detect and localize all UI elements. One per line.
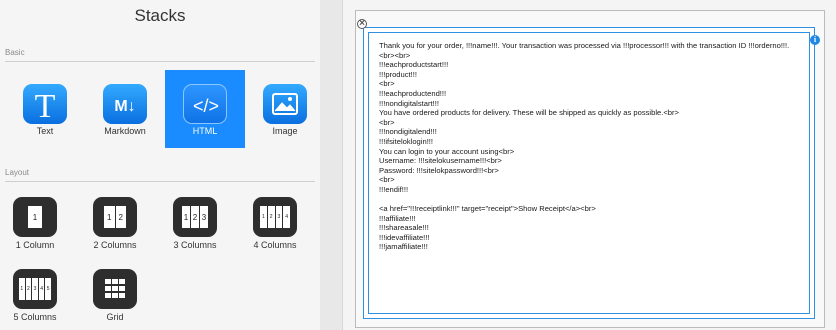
stack-item-label: Image: [272, 126, 298, 136]
html-editor-area[interactable]: Thank you for your order, !!!name!!!. Yo…: [368, 32, 810, 314]
svg-text:</>: </>: [193, 96, 219, 116]
grid-icon: [93, 269, 137, 309]
canvas-gutter: [320, 0, 342, 330]
stack-item-text[interactable]: T Text: [5, 70, 85, 148]
layout-item-label: 4 Columns: [253, 240, 297, 250]
layout-item-3-columns[interactable]: 1 2 3 3 Columns: [160, 191, 230, 261]
section-label-layout: Layout: [5, 168, 30, 177]
stack-item-html[interactable]: </> HTML: [165, 70, 245, 148]
four-columns-icon: 1 2 3 4: [253, 197, 297, 237]
image-icon: [263, 84, 307, 124]
svg-text:M↓: M↓: [114, 98, 135, 115]
one-column-icon: 1: [13, 197, 57, 237]
html-code-icon: </>: [183, 84, 227, 124]
layout-item-4-columns[interactable]: 1 2 3 4 4 Columns: [240, 191, 310, 261]
svg-text:T: T: [35, 88, 56, 124]
stack-item-markdown[interactable]: M↓ Markdown: [85, 70, 165, 148]
three-columns-icon: 1 2 3: [173, 197, 217, 237]
layout-item-5-columns[interactable]: 1 2 3 4 5 5 Columns: [0, 263, 70, 330]
layout-item-2-columns[interactable]: 1 2 2 Columns: [80, 191, 150, 261]
page-canvas: Thank you for your order, !!!name!!!. Yo…: [320, 0, 836, 330]
section-divider: [5, 61, 315, 62]
info-icon[interactable]: [810, 35, 820, 45]
layout-item-label: 5 Columns: [13, 312, 57, 322]
layout-item-label: 1 Column: [15, 240, 55, 250]
text-icon: T: [23, 84, 67, 124]
stack-item-label: Markdown: [104, 126, 146, 136]
stacks-library-panel: Stacks Basic T Text M↓ Markdown </> HTML…: [0, 0, 320, 330]
section-label-basic: Basic: [5, 48, 25, 57]
layout-item-grid[interactable]: Grid: [80, 263, 150, 330]
stack-item-image[interactable]: Image: [245, 70, 325, 148]
stack-item-label: HTML: [192, 126, 218, 136]
page-sheet: Thank you for your order, !!!name!!!. Yo…: [342, 0, 836, 330]
panel-title: Stacks: [134, 6, 186, 25]
two-columns-icon: 1 2: [93, 197, 137, 237]
markdown-icon: M↓: [103, 84, 147, 124]
page-outline: Thank you for your order, !!!name!!!. Yo…: [355, 10, 825, 328]
layout-item-label: 3 Columns: [173, 240, 217, 250]
layout-item-label: Grid: [106, 312, 124, 322]
layout-item-label: 2 Columns: [93, 240, 137, 250]
stack-item-label: Text: [36, 126, 54, 136]
section-divider: [5, 181, 315, 182]
layout-item-1-column[interactable]: 1 1 Column: [0, 191, 70, 261]
html-code-content[interactable]: Thank you for your order, !!!name!!!. Yo…: [379, 41, 799, 252]
close-icon[interactable]: [357, 17, 367, 31]
html-stack-frame[interactable]: Thank you for your order, !!!name!!!. Yo…: [363, 27, 820, 319]
five-columns-icon: 1 2 3 4 5: [13, 269, 57, 309]
